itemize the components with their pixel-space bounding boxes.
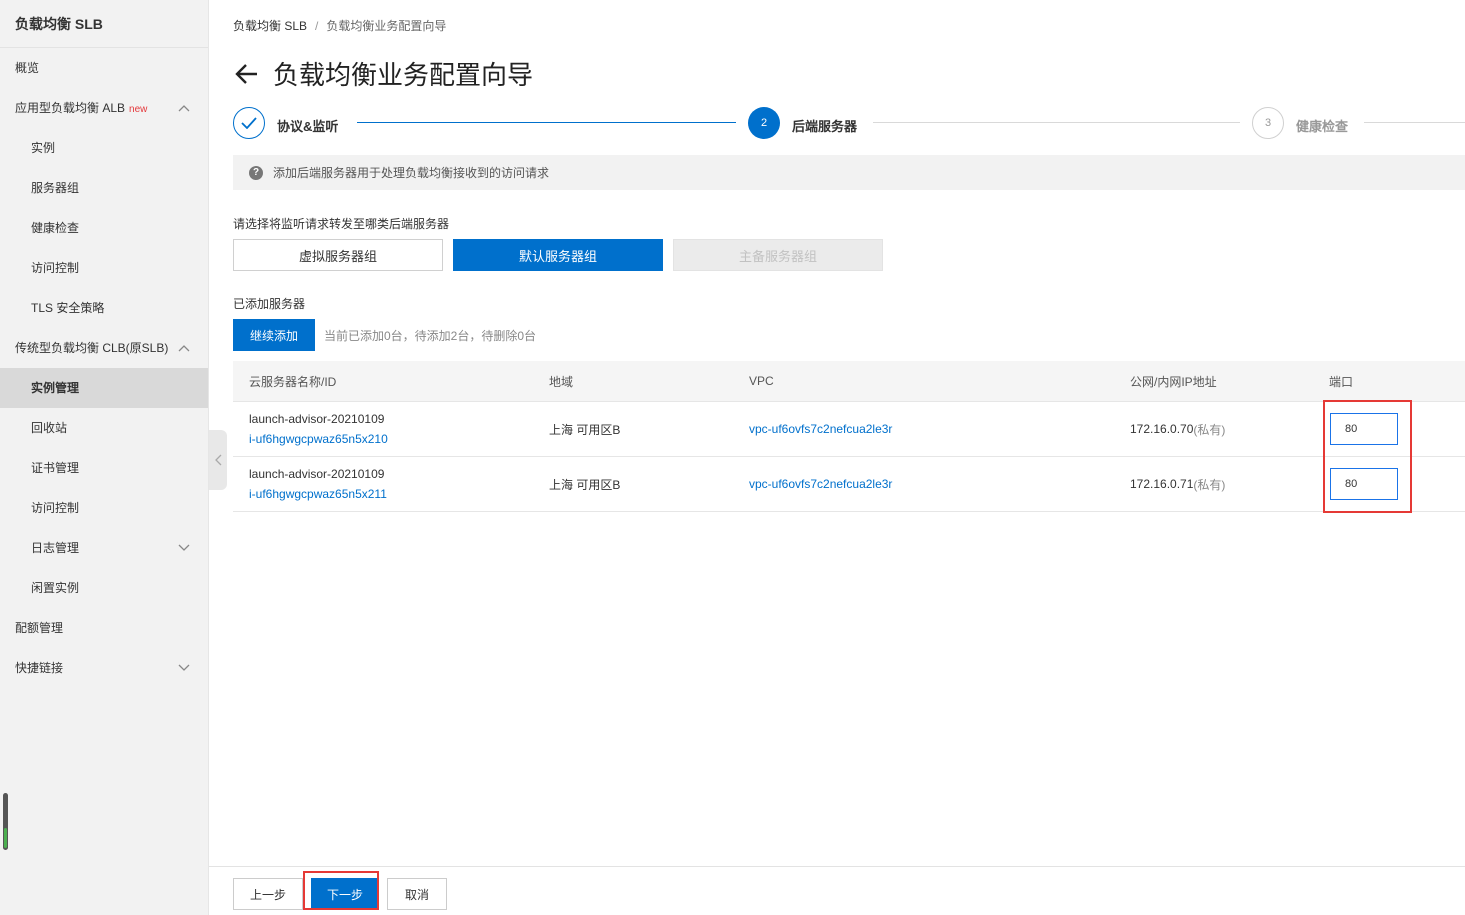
new-badge: new [129,104,148,115]
sidebar-item-quick-links[interactable]: 快捷链接 [0,648,208,688]
server-name: launch-advisor-20210109 [249,467,385,481]
server-table: 云服务器名称/ID 地域 VPC 公网/内网IP地址 端口 launch-adv… [233,361,1465,512]
sidebar: 负载均衡 SLB 概览 应用型负载均衡 ALB new 实例 服务器组 健康检查 … [0,0,209,915]
step-1-label: 协议&监听 [277,119,339,134]
sidebar-item-certificates[interactable]: 证书管理 [0,448,208,488]
sidebar-title: 负载均衡 SLB [0,0,208,48]
back-arrow-icon[interactable] [233,60,261,88]
page-header: 负载均衡业务配置向导 [233,55,533,92]
notice-text: 添加后端服务器用于处理负载均衡接收到的访问请求 [273,166,550,180]
sidebar-item-overview[interactable]: 概览 [0,48,208,88]
virtual-server-group-button[interactable]: 虚拟服务器组 [233,239,443,271]
sidebar-item-health-check[interactable]: 健康检查 [0,208,208,248]
step-line-1 [357,122,736,123]
sidebar-group-alb[interactable]: 应用型负载均衡 ALB new [0,88,208,128]
server-name: launch-advisor-20210109 [249,412,385,426]
sidebar-item-tls-policy[interactable]: TLS 安全策略 [0,288,208,328]
ip-cell: 172.16.0.70 (私有) [1130,422,1226,437]
region-cell: 上海 可用区B [549,422,621,437]
cancel-button[interactable]: 取消 [387,878,447,910]
server-id-link[interactable]: i-uf6hgwgcpwaz65n5x210 [249,432,388,446]
prev-step-button[interactable]: 上一步 [233,878,303,910]
step-3-circle: 3 [1252,107,1284,139]
next-highlight-box [303,871,379,910]
table-header: 云服务器名称/ID 地域 VPC 公网/内网IP地址 端口 [233,361,1465,402]
step-line-2 [873,122,1240,123]
col-header-region: 地域 [549,374,574,389]
page-title: 负载均衡业务配置向导 [273,60,534,90]
sidebar-item-recycle-bin[interactable]: 回收站 [0,408,208,448]
add-count-hint: 当前已添加0台，待添加2台，待删除0台 [324,329,537,343]
region-cell: 上海 可用区B [549,477,621,492]
step-3-label: 健康检查 [1296,119,1349,134]
default-server-group-button[interactable]: 默认服务器组 [453,239,663,271]
sidebar-item-clb-access-control[interactable]: 访问控制 [0,488,208,528]
step-2-label: 后端服务器 [792,119,858,134]
col-header-name: 云服务器名称/ID [249,374,337,389]
wizard-steps: 协议&监听 2 后端服务器 3 健康检查 [233,107,1465,141]
active-standby-group-button: 主备服务器组 [673,239,883,271]
sidebar-item-instance-management[interactable]: 实例管理 [0,368,208,408]
forward-label: 请选择将监听请求转发至哪类后端服务器 [233,217,450,231]
chevron-down-icon [178,648,190,688]
breadcrumb-root[interactable]: 负载均衡 SLB [233,19,307,33]
added-servers-label: 已添加服务器 [233,297,306,311]
col-header-ip: 公网/内网IP地址 [1130,374,1217,389]
chevron-up-icon [178,88,190,128]
step-line-3 [1364,122,1465,123]
breadcrumb: 负载均衡 SLB / 负载均衡业务配置向导 [233,19,447,33]
sidebar-item-alb-instances[interactable]: 实例 [0,128,208,168]
server-id-link[interactable]: i-uf6hgwgcpwaz65n5x211 [249,487,387,501]
main-content: 负载均衡 SLB / 负载均衡业务配置向导 负载均衡业务配置向导 协议&监听 2 后… [209,0,1465,915]
port-highlight-box [1323,400,1412,513]
sidebar-item-idle-instances[interactable]: 闲置实例 [0,568,208,608]
sidebar-item-alb-access-control[interactable]: 访问控制 [0,248,208,288]
breadcrumb-current: 负载均衡业务配置向导 [326,19,447,33]
continue-add-button[interactable]: 继续添加 [233,319,315,351]
scroll-indicator[interactable] [3,793,8,850]
col-header-port: 端口 [1329,374,1354,389]
ip-cell: 172.16.0.71 (私有) [1130,477,1226,492]
sidebar-item-server-groups[interactable]: 服务器组 [0,168,208,208]
sidebar-item-quota[interactable]: 配额管理 [0,608,208,648]
vpc-link[interactable]: vpc-uf6ovfs7c2nefcua2le3r [749,402,892,456]
footer-bar: 上一步 下一步 取消 [209,866,1465,915]
sidebar-group-clb[interactable]: 传统型负载均衡 CLB(原SLB) [0,328,208,368]
question-icon: ? [249,165,263,180]
step-2-circle: 2 [748,107,780,139]
step-1-check-icon [233,107,265,139]
table-row: launch-advisor-20210109 i-uf6hgwgcpwaz65… [233,457,1465,512]
table-row: launch-advisor-20210109 i-uf6hgwgcpwaz65… [233,402,1465,457]
info-notice: ? 添加后端服务器用于处理负载均衡接收到的访问请求 [233,155,1465,190]
sidebar-item-log-management[interactable]: 日志管理 [0,528,208,568]
vpc-link[interactable]: vpc-uf6ovfs7c2nefcua2le3r [749,457,892,511]
chevron-up-icon [178,328,190,368]
chevron-down-icon [178,528,190,568]
col-header-vpc: VPC [749,374,774,388]
